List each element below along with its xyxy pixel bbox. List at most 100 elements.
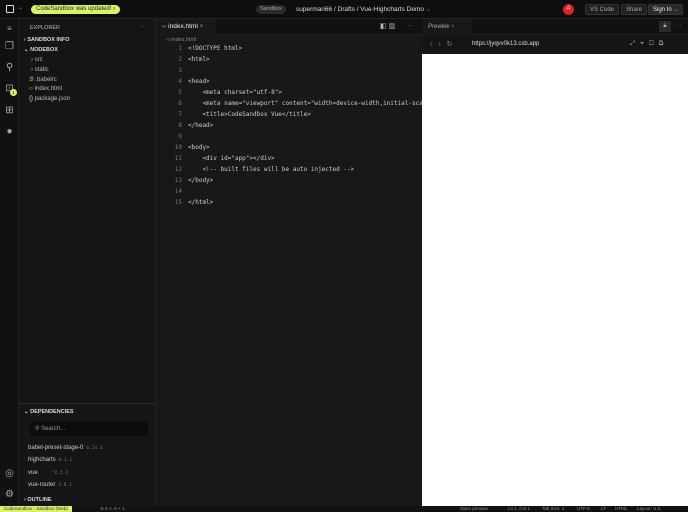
explorer-sidebar: EXPLORER ··· › SANDBOX INFO ⌄ NODEBOX › … <box>19 19 156 506</box>
line-text: </head> <box>188 122 214 129</box>
code-line[interactable]: 6 <meta name="viewport" content="width=d… <box>156 98 422 109</box>
files-icon[interactable]: ❐ <box>4 41 15 52</box>
more-icon[interactable]: ··· <box>141 23 148 30</box>
tree-file-package-json[interactable]: {} package.json <box>29 96 70 102</box>
dependency-item[interactable]: highcharts 6.1.1 <box>28 457 72 463</box>
tab-index-html[interactable]: ‹› index.html × <box>156 19 216 35</box>
activity-bar: ≡ ❐ ⚲ ⊡ 1 ⊞ ● ◎ ⚙ <box>0 19 19 506</box>
code-line[interactable]: 8 </head> <box>156 120 422 131</box>
sandbox-badge: Sandbox <box>256 5 286 14</box>
dependency-item[interactable]: vue ^2.5.2 <box>28 470 68 476</box>
dependencies-label: DEPENDENCIES <box>30 409 74 415</box>
line-text: <!-- built files will be auto injected -… <box>188 166 355 173</box>
code-line[interactable]: 9 <box>156 131 422 142</box>
code-line[interactable]: 10 <body> <box>156 142 422 153</box>
code-line[interactable]: 7 <title>CodeSandbox Vue</title> <box>156 109 422 120</box>
tree-file-babelrc[interactable]: ℬ .babelrc <box>29 76 57 83</box>
preview-panel: Preview × 🔒︎ ··· ‹›↻ https://jyqvv0k13.c… <box>422 19 688 506</box>
more-icon[interactable]: ··· <box>675 22 682 29</box>
line-number: 4 <box>178 78 182 85</box>
dependency-item[interactable]: babel-preset-stage-0 6.24.1 <box>28 445 103 451</box>
tree-file-index-html[interactable]: ‹› index.html <box>29 86 62 92</box>
line-text: </body> <box>188 177 214 184</box>
settings-icon[interactable]: ⚙ <box>4 489 15 500</box>
tab-size[interactable]: Tab Size: 4 <box>542 506 564 512</box>
line-text: <html> <box>188 56 210 63</box>
close-icon[interactable]: × <box>451 24 455 30</box>
dependency-item[interactable]: vue-router 3.0.1 <box>28 482 72 488</box>
more-icon[interactable]: ··· <box>407 22 414 29</box>
code-line[interactable]: 2 <html> <box>156 54 422 65</box>
sandbox-info-label: SANDBOX INFO <box>27 37 70 43</box>
line-number: 3 <box>178 67 182 74</box>
sandbox-info-section[interactable]: › SANDBOX INFO <box>24 37 70 43</box>
line-text: </html> <box>188 199 214 206</box>
language-mode[interactable]: HTML <box>615 506 627 512</box>
code-line[interactable]: 11 <div id="app"></div> <box>156 153 422 164</box>
cursor-position[interactable]: Ln 1, Col 1 <box>508 506 530 512</box>
problems-indicator[interactable]: ⊘ 0 ⚠ 0 ⑂ 1 <box>100 506 124 512</box>
sign-in-label: Sign In <box>653 7 672 13</box>
extensions-icon[interactable]: ⊞ <box>4 105 15 116</box>
tree-folder-static[interactable]: › static <box>31 67 49 73</box>
code-line[interactable]: 1 <!DOCTYPE html> <box>156 43 422 54</box>
nodebox-section[interactable]: ⌄ NODEBOX <box>24 47 58 53</box>
status-bar: CodeSandbox - Sandbox (Web) ⊘ 0 ⚠ 0 ⑂ 1 … <box>0 506 688 512</box>
line-number: 8 <box>178 122 182 129</box>
line-text: <head> <box>188 78 210 85</box>
open-preview-button[interactable]: Open preview <box>460 506 488 512</box>
vscode-button[interactable]: VS Code <box>585 4 620 15</box>
search-icon[interactable]: ⚲ <box>4 62 15 73</box>
line-number: 12 <box>174 166 182 173</box>
code-line[interactable]: 5 <meta charset="utf-8"> <box>156 87 422 98</box>
html-icon: ‹› <box>29 86 33 92</box>
share-button[interactable]: Share <box>621 4 648 15</box>
preview-frame[interactable] <box>422 54 688 506</box>
line-number: 10 <box>174 144 182 151</box>
code-line[interactable]: 14 <box>156 186 422 197</box>
code-line[interactable]: 3 <box>156 65 422 76</box>
terminal-icon[interactable]: ⊡ 1 <box>4 83 17 96</box>
lock-icon[interactable]: 🔒︎ <box>659 21 671 32</box>
line-number: 9 <box>178 133 182 140</box>
outline-section[interactable]: › OUTLINE <box>24 497 52 503</box>
menu-icon[interactable] <box>6 5 14 13</box>
line-number: 11 <box>174 155 182 162</box>
close-icon[interactable]: × <box>200 23 204 30</box>
hamburger-icon[interactable]: ≡ <box>4 23 15 34</box>
code-line[interactable]: 4 <head> <box>156 76 422 87</box>
dependencies-section[interactable]: ⌄ DEPENDENCIES <box>24 409 74 415</box>
code-line[interactable]: 15 </html> <box>156 197 422 208</box>
update-notification[interactable]: CodeSandbox was updated! › <box>31 5 121 14</box>
line-text: <meta charset="utf-8"> <box>188 89 282 96</box>
sign-in-button[interactable]: Sign In ⌄ <box>648 4 684 15</box>
avatar[interactable]: A <box>563 4 574 15</box>
url-bar[interactable]: https://jyqvv0k13.csb.app <box>472 41 539 47</box>
explorer-title: EXPLORER <box>30 25 60 31</box>
eol[interactable]: LF <box>601 506 606 512</box>
line-number: 15 <box>174 199 182 206</box>
account-icon[interactable]: ◎ <box>4 468 15 479</box>
preview-toolbar-icons[interactable]: ⤢⌖▢⧉ <box>630 40 668 48</box>
top-bar: ⌄ CodeSandbox was updated! › Sandbox sup… <box>0 0 688 19</box>
code-line[interactable]: 13 </body> <box>156 175 422 186</box>
tree-folder-src[interactable]: › src <box>31 57 43 63</box>
breadcrumb[interactable]: superman66 / Drafts / Vue-Highcharts Dem… <box>296 5 431 13</box>
chevron-down-icon[interactable]: ⌄ <box>18 4 23 11</box>
babel-icon: ℬ <box>29 77 34 83</box>
remote-indicator[interactable]: CodeSandbox - Sandbox (Web) <box>0 506 72 512</box>
line-number: 1 <box>178 45 182 52</box>
dependency-search-input[interactable]: ⚲ Search... <box>30 422 148 436</box>
json-icon: {} <box>29 96 34 102</box>
github-icon[interactable]: ● <box>4 126 15 137</box>
tab-label: index.html <box>168 23 198 30</box>
encoding[interactable]: UTF-8 <box>577 506 590 512</box>
outline-label: OUTLINE <box>27 497 52 503</box>
split-editor-icon[interactable]: ◧ ▥ <box>380 22 395 30</box>
code-lines[interactable]: 1 <!DOCTYPE html> 2 <html> 3 4 <head> 5 <meta c… <box>156 43 422 208</box>
nav-buttons[interactable]: ‹›↻ <box>430 40 459 48</box>
editor-tab-bar: ‹› index.html × ◧ ▥ ··· <box>156 19 422 35</box>
code-line[interactable]: 12 <!-- built files will be auto injecte… <box>156 164 422 175</box>
keyboard-layout[interactable]: Layout: U.S. <box>637 506 662 512</box>
tab-preview[interactable]: Preview × <box>422 19 472 35</box>
